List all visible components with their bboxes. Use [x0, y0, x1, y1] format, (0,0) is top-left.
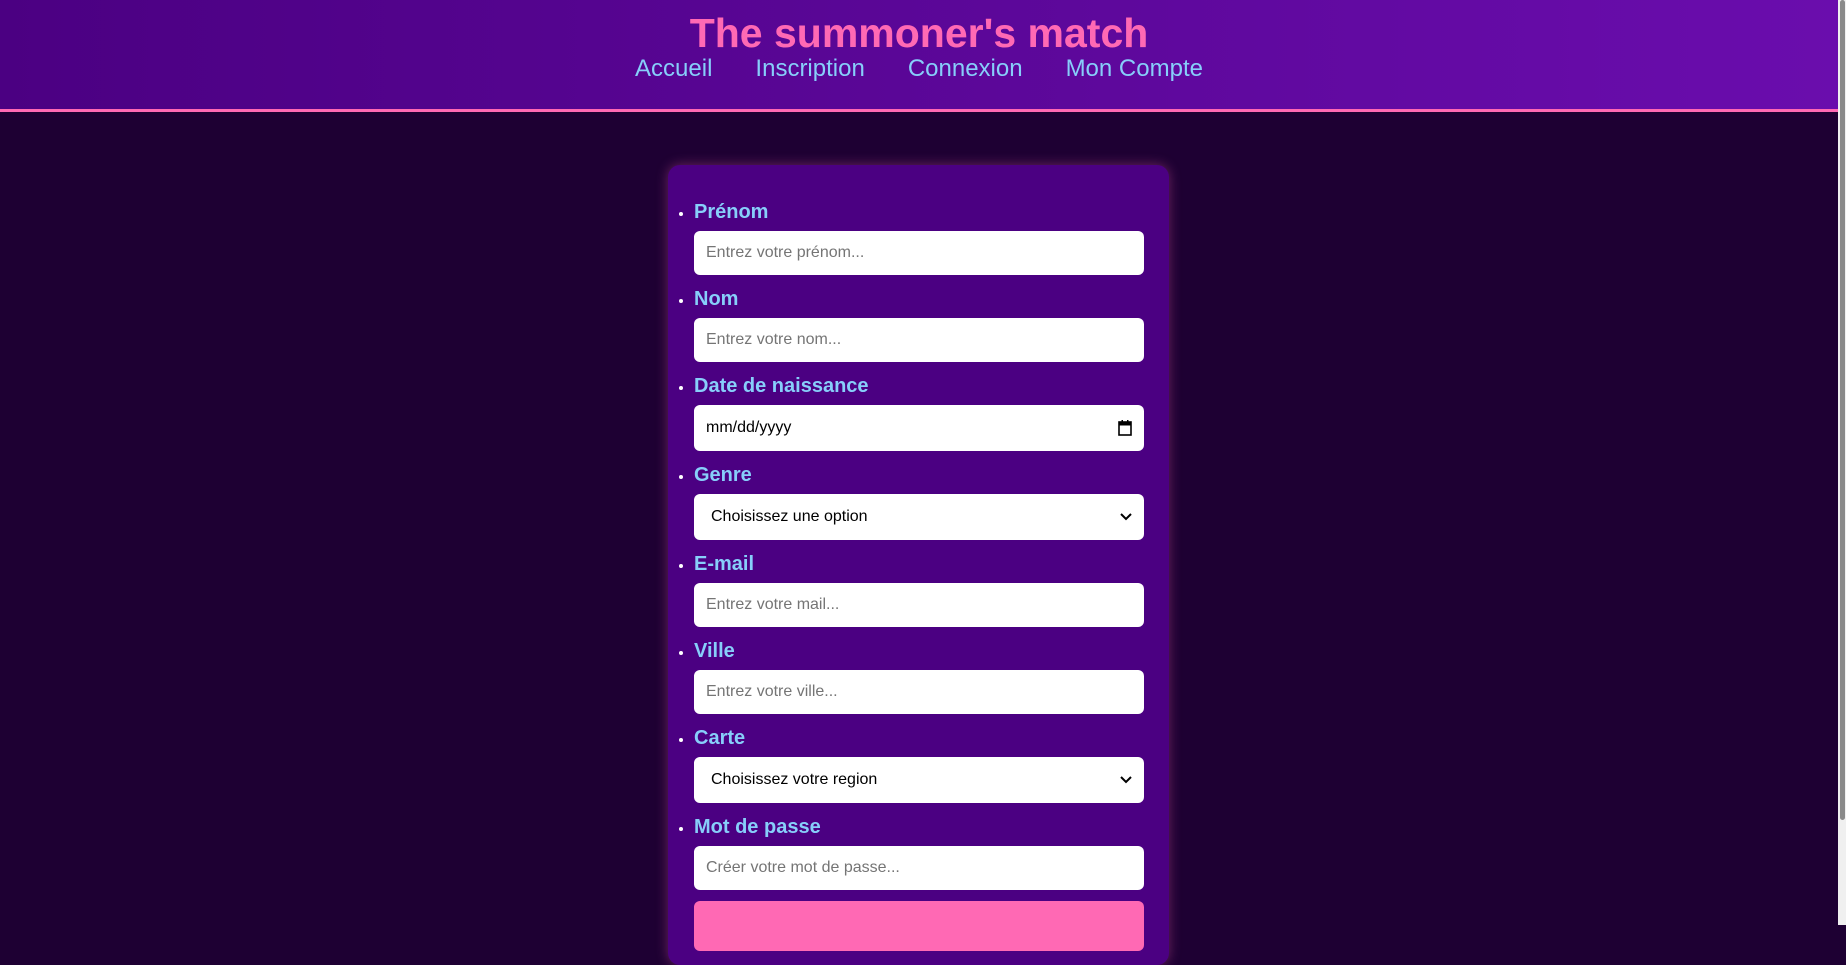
nav-connexion[interactable]: Connexion	[908, 55, 1023, 83]
field-email: E-mail Entrez votre mail...	[694, 551, 1169, 627]
field-password: Mot de passe Créer votre mot de passe...	[694, 814, 1169, 890]
nav-mon-compte[interactable]: Mon Compte	[1066, 55, 1203, 83]
submit-button[interactable]	[694, 901, 1144, 951]
carte-value: Choisissez votre region	[711, 771, 878, 788]
label-carte: Carte	[694, 727, 746, 749]
field-date: Date de naissance mm/dd/yyyy	[694, 373, 1169, 451]
site-title: The summoner's match	[689, 10, 1149, 56]
carte-select[interactable]: Choisissez votre region	[694, 757, 1144, 803]
registration-form: Prénom Entrez votre prénom... Nom Entrez…	[668, 165, 1169, 965]
prenom-placeholder: Entrez votre prénom...	[706, 244, 865, 261]
email-input[interactable]: Entrez votre mail...	[694, 583, 1144, 627]
nom-input[interactable]: Entrez votre nom...	[694, 318, 1144, 362]
nav-accueil[interactable]: Accueil	[635, 55, 712, 83]
field-genre: Genre Choisissez une option	[694, 462, 1169, 540]
chevron-down-icon	[1120, 513, 1132, 521]
nav-inscription[interactable]: Inscription	[755, 55, 864, 83]
ville-input[interactable]: Entrez votre ville...	[694, 670, 1144, 714]
genre-value: Choisissez une option	[711, 508, 868, 525]
ville-placeholder: Entrez votre ville...	[706, 683, 838, 700]
main-nav: Accueil Inscription Connexion Mon Compte	[0, 55, 1838, 83]
password-placeholder: Créer votre mot de passe...	[706, 859, 900, 876]
date-value: mm/dd/yyyy	[706, 419, 792, 436]
label-genre: Genre	[694, 464, 752, 486]
field-nom: Nom Entrez votre nom...	[694, 286, 1169, 362]
birthdate-input[interactable]: mm/dd/yyyy	[694, 405, 1144, 451]
scrollbar-thumb[interactable]	[1840, 0, 1845, 820]
field-prenom: Prénom Entrez votre prénom...	[694, 199, 1169, 275]
prenom-input[interactable]: Entrez votre prénom...	[694, 231, 1144, 275]
label-password: Mot de passe	[694, 816, 821, 838]
chevron-down-icon	[1120, 776, 1132, 784]
nom-placeholder: Entrez votre nom...	[706, 331, 842, 348]
password-input[interactable]: Créer votre mot de passe...	[694, 846, 1144, 890]
genre-select[interactable]: Choisissez une option	[694, 494, 1144, 540]
scrollbar[interactable]	[1838, 0, 1846, 925]
field-carte: Carte Choisissez votre region	[694, 725, 1169, 803]
label-date: Date de naissance	[694, 375, 869, 397]
site-header: The summoner's match Accueil Inscription…	[0, 0, 1838, 112]
calendar-icon[interactable]	[1118, 420, 1132, 436]
email-placeholder: Entrez votre mail...	[706, 596, 840, 613]
label-nom: Nom	[694, 288, 739, 310]
label-ville: Ville	[694, 640, 735, 662]
label-email: E-mail	[694, 553, 755, 575]
label-prenom: Prénom	[694, 201, 769, 223]
field-ville: Ville Entrez votre ville...	[694, 638, 1169, 714]
